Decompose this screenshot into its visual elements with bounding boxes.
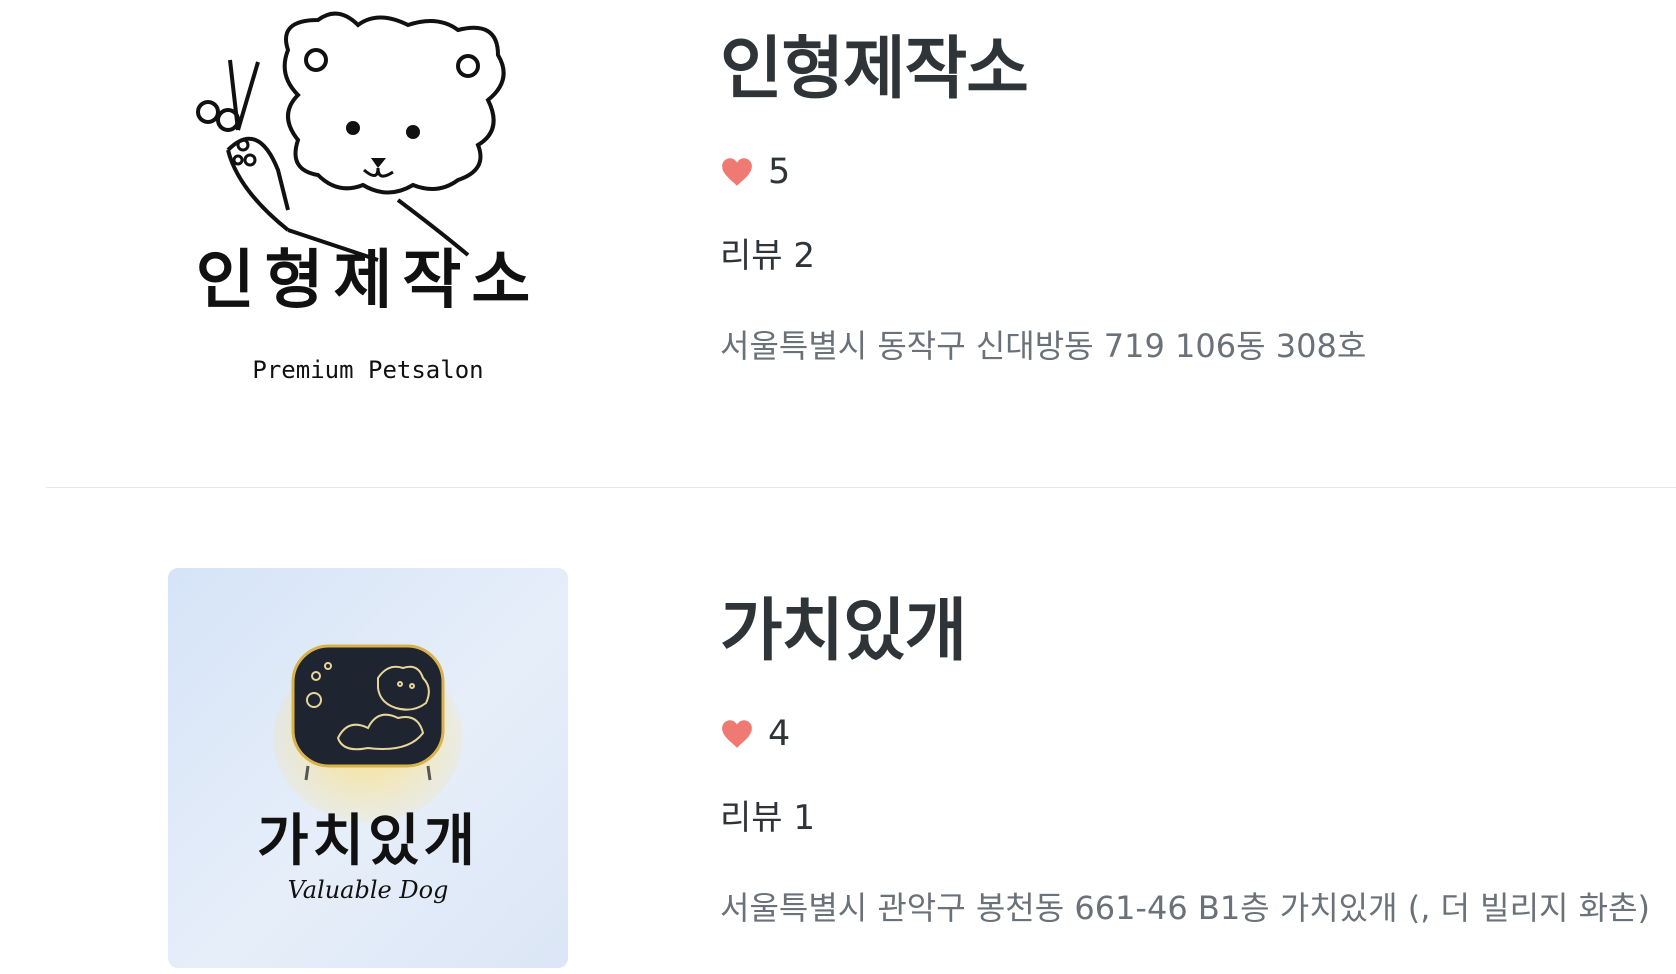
- heart-icon: [722, 158, 752, 186]
- logo-lettering: 가치있개: [257, 809, 479, 874]
- shop-card[interactable]: 가치있개 Valuable Dog 가치있개 4 리뷰 1 서울특별시 관악구 …: [0, 488, 1676, 974]
- shop-name[interactable]: 인형제작소: [720, 36, 1366, 104]
- likes-count-row: 4: [720, 714, 1650, 754]
- shop-address: 서울특별시 동작구 신대방동 719 106동 308호: [720, 327, 1367, 365]
- logo-lettering: 인형제작소: [196, 244, 540, 318]
- shop-card[interactable]: 인형제작소 Premium Petsalon 인형제작소 5 리뷰 2 서울특별…: [0, 0, 1676, 488]
- review-count: 리뷰 2: [720, 236, 815, 276]
- heart-icon: [722, 720, 752, 748]
- shop-thumbnail[interactable]: 인형제작소 Premium Petsalon: [168, 0, 568, 400]
- doll-factory-logo: 인형제작소 Premium Petsalon: [196, 11, 540, 384]
- likes-count: 4: [768, 714, 791, 754]
- likes-count: 5: [768, 152, 791, 192]
- review-count: 리뷰 1: [720, 798, 815, 838]
- shop-thumbnail[interactable]: 가치있개 Valuable Dog: [168, 568, 568, 968]
- likes-count-row: 5: [720, 152, 1366, 192]
- logo-subtitle: Premium Petsalon: [252, 356, 483, 384]
- valuable-dog-logo: 가치있개 Valuable Dog: [257, 644, 479, 904]
- shop-address: 서울특별시 관악구 봉천동 661-46 B1층 가치있개 (, 더 빌리지 화…: [720, 889, 1651, 927]
- shop-name[interactable]: 가치있개: [720, 598, 1650, 666]
- logo-subtitle: Valuable Dog: [288, 876, 449, 904]
